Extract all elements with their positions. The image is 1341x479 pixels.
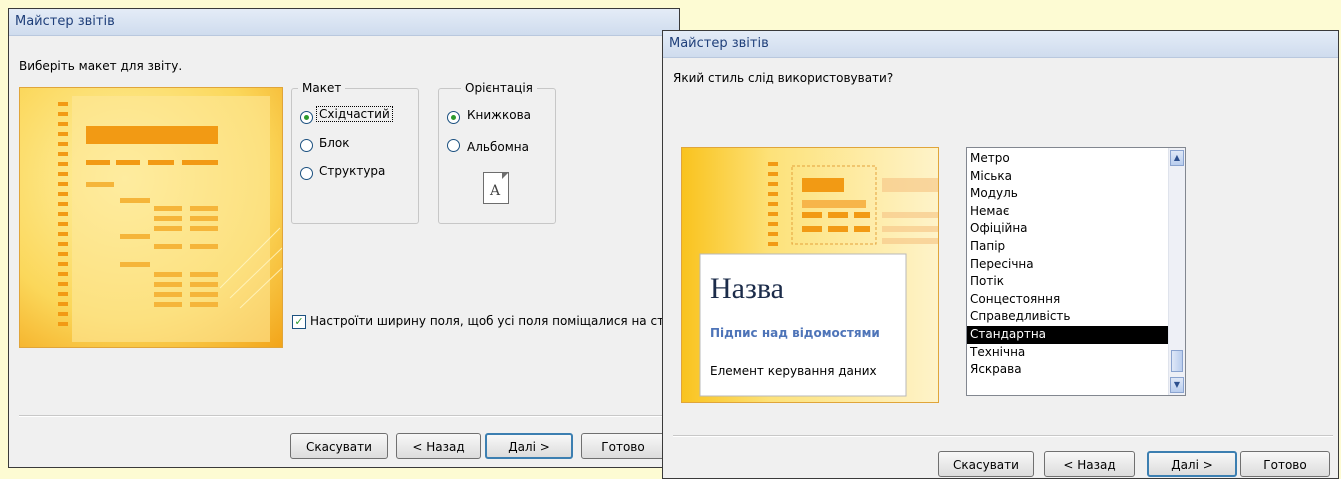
orientation-group-legend: Орієнтація	[461, 81, 537, 95]
portrait-page-icon: A	[483, 172, 509, 204]
style-item-equity[interactable]: Справедливість	[967, 308, 1169, 326]
layout-group-legend: Макет	[298, 81, 346, 95]
fit-width-label[interactable]: Настроїти ширину поля, щоб усі поля помі…	[310, 314, 679, 328]
style-item-none[interactable]: Немає	[967, 203, 1169, 221]
block-radio[interactable]	[300, 139, 313, 152]
window-title: Майстер звітів	[663, 31, 1338, 58]
window-title: Майстер звітів	[9, 9, 679, 36]
scroll-down-arrow-icon[interactable]: ▼	[1170, 377, 1184, 393]
scroll-thumb[interactable]	[1171, 350, 1183, 372]
stepped-label[interactable]: Східчастий	[316, 106, 393, 122]
scroll-up-arrow-icon[interactable]: ▲	[1170, 150, 1184, 166]
style-list-scrollbar[interactable]: ▲ ▼	[1168, 148, 1185, 395]
next-button[interactable]: Далі >	[485, 433, 573, 459]
finish-button[interactable]: Готово	[1240, 451, 1330, 477]
landscape-radio[interactable]	[447, 139, 460, 152]
fit-width-checkbox[interactable]: ✓	[292, 315, 306, 329]
cancel-button[interactable]: Скасувати	[938, 451, 1034, 477]
style-preview-image: Назва Підпис над відомостями Елемент кер…	[681, 147, 939, 403]
style-item-solstice[interactable]: Сонцестояння	[967, 291, 1169, 309]
style-item-urban[interactable]: Міська	[967, 168, 1169, 186]
report-wizard-style-window: Майстер звітів Який стиль слід використо…	[662, 30, 1339, 479]
style-item-technic[interactable]: Технічна	[967, 344, 1169, 362]
style-item-module[interactable]: Модуль	[967, 185, 1169, 203]
style-item-median[interactable]: Пересічна	[967, 256, 1169, 274]
report-wizard-layout-window: Майстер звітів Виберіть макет для звіту.	[8, 8, 680, 468]
style-item-flow[interactable]: Потік	[967, 273, 1169, 291]
style-list-items: Метро Міська Модуль Немає Офіційна Папір…	[967, 150, 1169, 379]
back-button[interactable]: < Назад	[1044, 451, 1135, 477]
page-fold-corner	[502, 172, 509, 179]
stepped-radio[interactable]	[300, 111, 313, 124]
style-item-official[interactable]: Офіційна	[967, 220, 1169, 238]
layout-preview-image	[19, 87, 283, 348]
back-button[interactable]: < Назад	[396, 433, 481, 459]
style-item-metro[interactable]: Метро	[967, 150, 1169, 168]
portrait-page-letter: A	[490, 183, 501, 199]
style-item-standard[interactable]: Стандартна	[967, 325, 1169, 344]
outline-label[interactable]: Структура	[319, 164, 385, 178]
style-item-paper[interactable]: Папір	[967, 238, 1169, 256]
portrait-label[interactable]: Книжкова	[467, 108, 531, 122]
button-separator	[673, 435, 1333, 437]
finish-button[interactable]: Готово	[581, 433, 665, 459]
style-listbox[interactable]: Метро Міська Модуль Немає Офіційна Папір…	[966, 147, 1186, 396]
portrait-radio[interactable]	[447, 111, 460, 124]
landscape-label[interactable]: Альбомна	[467, 140, 529, 154]
outline-radio[interactable]	[300, 167, 313, 180]
preview-subtitle: Підпис над відомостями	[710, 326, 880, 340]
block-label[interactable]: Блок	[319, 136, 350, 150]
stepped-layout-illustration	[20, 88, 282, 347]
preview-title: Назва	[710, 272, 784, 305]
preview-control: Елемент керування даних	[710, 364, 877, 378]
next-button[interactable]: Далі >	[1147, 451, 1237, 477]
style-prompt: Який стиль слід використовувати?	[673, 71, 894, 85]
button-separator	[19, 415, 679, 417]
cancel-button[interactable]: Скасувати	[290, 433, 388, 459]
style-item-vivid[interactable]: Яскрава	[967, 361, 1169, 379]
layout-prompt: Виберіть макет для звіту.	[19, 59, 183, 73]
